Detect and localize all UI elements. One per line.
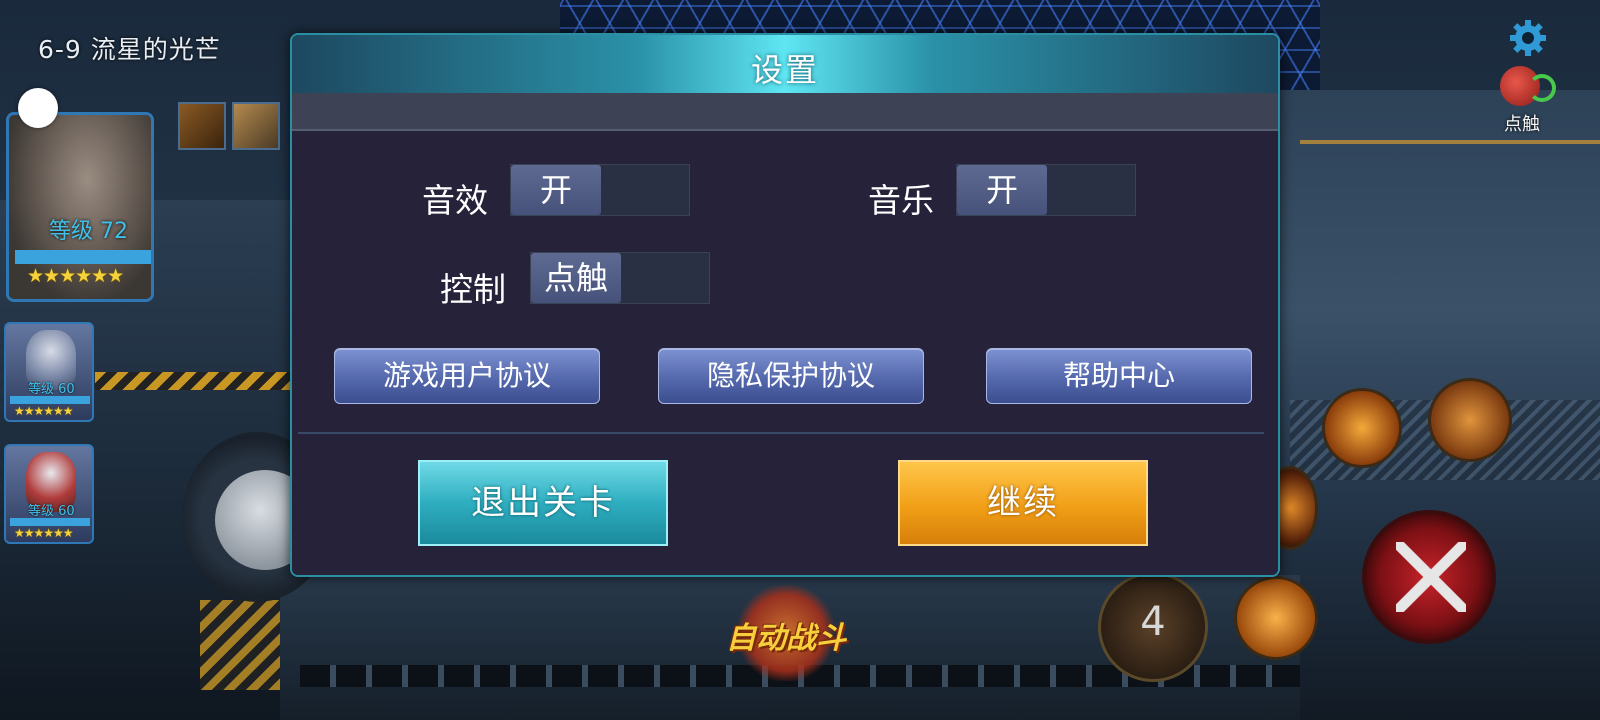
dialog-divider: [298, 432, 1264, 434]
hero-hp-bar: [10, 396, 90, 404]
swords-icon: [1396, 542, 1466, 612]
control-toggle[interactable]: 点触: [530, 252, 710, 304]
hero-level: 等级 60: [28, 504, 75, 519]
hazard-block: [200, 600, 290, 690]
skill-button-2[interactable]: [1428, 378, 1512, 462]
dialog-header: 设置: [292, 35, 1278, 93]
hero-stars: ★★★★★★: [14, 526, 74, 540]
header-shelf: [292, 93, 1278, 131]
user-agreement-button[interactable]: 游戏用户协议: [334, 348, 600, 404]
exit-level-button[interactable]: 退出关卡: [418, 460, 668, 546]
music-toggle-knob: 开: [957, 165, 1047, 215]
auto-battle-button[interactable]: 自动战斗: [716, 585, 856, 681]
dialog-title: 设置: [750, 51, 819, 89]
control-mode-label: 点触: [1504, 114, 1540, 135]
sound-toggle[interactable]: 开: [510, 164, 690, 216]
hero-level: 等级 60: [28, 382, 75, 397]
cooldown-count: 4: [1140, 599, 1166, 645]
control-mode-toggle[interactable]: 点触: [1492, 62, 1564, 142]
attack-button[interactable]: [1362, 510, 1496, 644]
cycle-icon: [1528, 74, 1556, 102]
hero-level: 等级 72: [49, 219, 128, 244]
music-label: 音乐: [868, 181, 934, 220]
privacy-agreement-button[interactable]: 隐私保护协议: [658, 348, 924, 404]
hero-hp-bar: [10, 518, 90, 526]
team-hero-card-2[interactable]: 等级 60 ★★★★★★: [4, 444, 94, 544]
main-hero-card[interactable]: 等级 72 ★★★★★★: [6, 112, 154, 302]
auto-battle-label: 自动战斗: [726, 621, 846, 656]
sound-label: 音效: [422, 181, 488, 220]
gear-icon[interactable]: [1508, 18, 1548, 58]
control-toggle-knob: 点触: [531, 253, 621, 303]
hero-stars: ★★★★★★: [14, 404, 74, 418]
skill-button-1[interactable]: [1322, 388, 1402, 468]
hazard-stripe: [95, 372, 295, 390]
continue-button[interactable]: 继续: [898, 460, 1148, 546]
team-hero-card-1[interactable]: 等级 60 ★★★★★★: [4, 322, 94, 422]
skill-button-cooldown[interactable]: 4: [1098, 572, 1208, 682]
help-center-button[interactable]: 帮助中心: [986, 348, 1252, 404]
sound-toggle-knob: 开: [511, 165, 601, 215]
stage-title: 6-9 流星的光芒: [38, 35, 221, 64]
item-slot-1[interactable]: [178, 102, 226, 150]
music-toggle[interactable]: 开: [956, 164, 1136, 216]
hero-stars: ★★★★★★: [27, 265, 124, 287]
item-slot-2[interactable]: [232, 102, 280, 150]
control-label: 控制: [440, 270, 506, 309]
skill-button-4[interactable]: [1234, 576, 1318, 660]
hero-hp-bar: [15, 250, 151, 264]
touch-indicator: [18, 88, 58, 128]
